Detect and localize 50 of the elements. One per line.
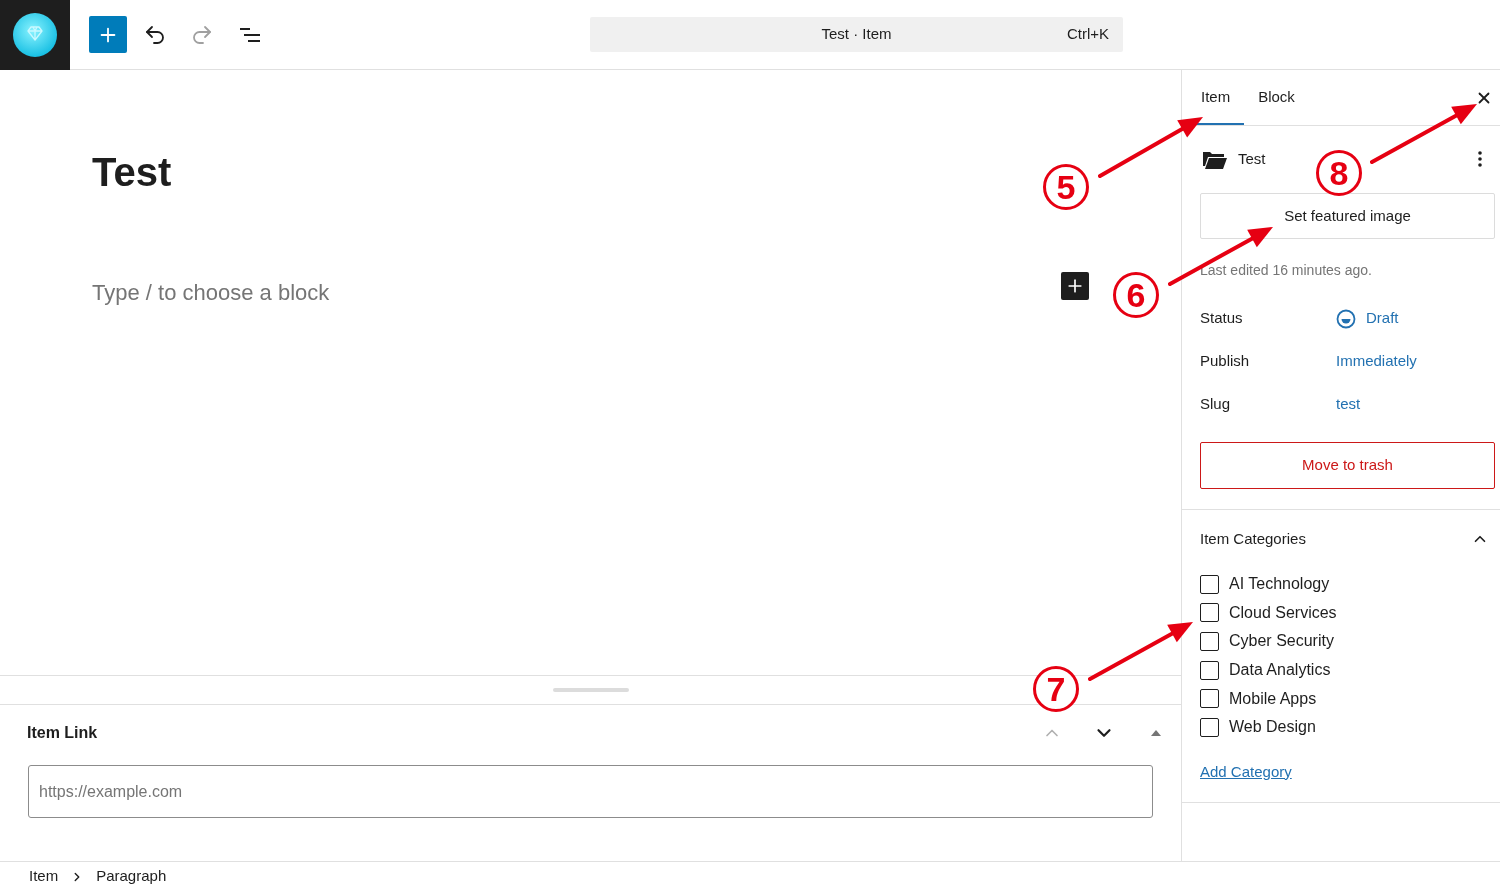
pointer-arrow-icon	[1168, 225, 1275, 286]
category-label: Mobile Apps	[1229, 688, 1317, 709]
item-title[interactable]: Test	[92, 148, 172, 196]
move-to-trash-button[interactable]: Move to trash	[1200, 442, 1495, 489]
item-link-input[interactable]: https://example.com	[28, 765, 1153, 818]
folder-icon	[1203, 149, 1227, 169]
category-checkbox[interactable]	[1200, 632, 1219, 651]
breadcrumb-link[interactable]: Item	[29, 865, 59, 888]
callout-number: 5	[1043, 164, 1089, 210]
field-value-link[interactable]: test	[1336, 393, 1361, 416]
sidebar-tab[interactable]: Item	[1187, 70, 1245, 125]
callout-number: 6	[1113, 272, 1159, 318]
category-label: Cloud Services	[1229, 602, 1337, 623]
category-checkbox[interactable]	[1200, 574, 1219, 594]
categories-panel-toggle[interactable]: Item Categories	[1200, 510, 1495, 568]
sidebar-tab[interactable]: Block	[1244, 70, 1309, 125]
category-label: Cyber Security	[1229, 631, 1334, 652]
callout-number: 7	[1033, 666, 1079, 712]
category-checkbox[interactable]	[1200, 603, 1219, 623]
field-value-link[interactable]: Immediately	[1336, 350, 1417, 373]
block-inserter-button[interactable]	[1061, 272, 1089, 300]
category-label: AI Technology	[1229, 574, 1330, 595]
site-icon-button[interactable]	[0, 0, 70, 70]
callout-number: 8	[1316, 150, 1362, 196]
breadcrumb-link[interactable]: Paragraph	[96, 865, 167, 888]
pointer-arrow-icon	[1088, 620, 1195, 681]
item-name: Test	[1238, 148, 1266, 169]
category-checkbox[interactable]	[1200, 660, 1219, 680]
meta-box-title: Item Link	[27, 722, 98, 743]
command-palette-button[interactable]: Test · Item Ctrl+K	[590, 17, 1123, 52]
add-category-link[interactable]: Add Category	[1200, 760, 1292, 783]
set-featured-image-button[interactable]: Set featured image	[1200, 193, 1495, 239]
resize-handle[interactable]	[552, 688, 629, 692]
category-label: Web Design	[1229, 717, 1316, 738]
list-view-icon	[240, 27, 260, 42]
block-placeholder[interactable]: Type / to choose a block	[92, 277, 330, 309]
add-block-button[interactable]	[89, 16, 127, 53]
gem-logo-icon	[13, 12, 57, 57]
half-circle-status-icon	[1336, 308, 1356, 329]
status-button[interactable]: Draft	[1336, 307, 1399, 330]
field-label: Publish	[1200, 351, 1251, 372]
category-checkbox[interactable]	[1200, 717, 1219, 737]
pointer-arrow-icon	[1370, 102, 1479, 164]
category-label: Data Analytics	[1229, 660, 1331, 681]
field-label: Slug	[1200, 394, 1232, 415]
field-label: Status	[1200, 308, 1244, 329]
last-edited-text: Last edited 16 minutes ago.	[1200, 261, 1372, 280]
kebab-menu-icon	[1478, 151, 1482, 167]
pointer-arrow-icon	[1098, 115, 1205, 178]
category-checkbox[interactable]	[1200, 689, 1219, 709]
